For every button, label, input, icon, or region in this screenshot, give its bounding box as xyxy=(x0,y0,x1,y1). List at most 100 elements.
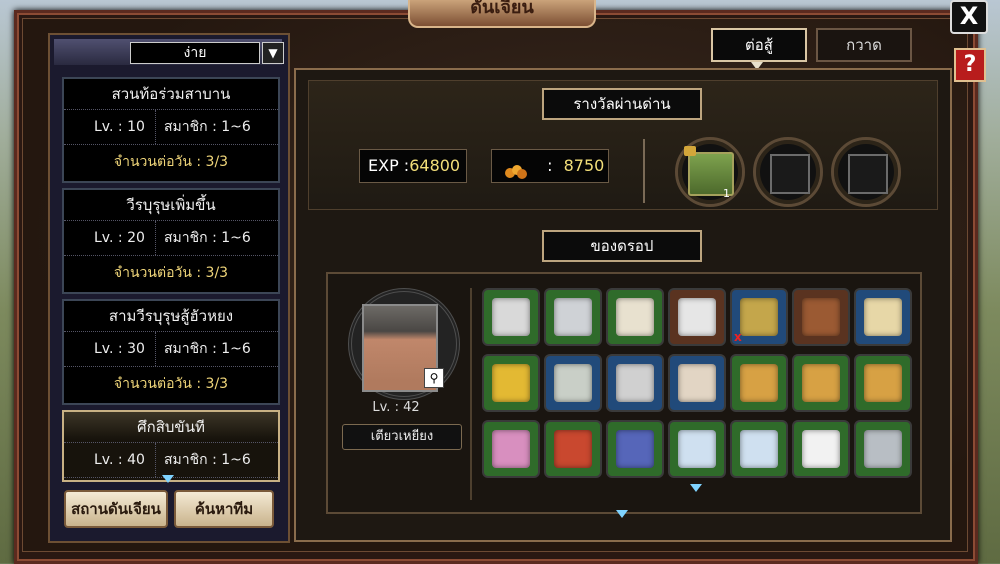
dungeon-name: วีรบุรุษเพิ่มขึ้น xyxy=(64,190,278,221)
feather-fan-icon[interactable] xyxy=(668,288,726,346)
staff-icon[interactable] xyxy=(792,288,850,346)
reward-divider xyxy=(643,139,645,203)
dungeon-name: สามวีรบุรุษสู้ฮัวหยง xyxy=(64,301,278,332)
dungeon-members: สมาชิก : 1~6 xyxy=(164,452,251,468)
bracer-icon[interactable] xyxy=(606,354,664,412)
dropdown-arrow-icon[interactable]: ▼ xyxy=(262,42,284,64)
reward-slot-count: 1 xyxy=(723,187,730,200)
item-glyph xyxy=(616,430,654,468)
dungeon-name: ศึกสิบขันที xyxy=(64,412,278,443)
tab-fight[interactable]: ต่อสู้ xyxy=(711,28,807,62)
dungeon-daily-count: จำนวนต่อวัน : 3/3 xyxy=(113,376,229,392)
dungeon-members: สมาชิก : 1~6 xyxy=(164,119,251,135)
dungeon-name: สวนท้อร่วมสาบาน xyxy=(64,79,278,110)
item-glyph xyxy=(554,430,592,468)
item-glyph xyxy=(554,364,592,402)
scroll-icon[interactable] xyxy=(606,288,664,346)
scroll-down-indicator-icon xyxy=(690,484,702,492)
tab-sweep[interactable]: กวาด xyxy=(816,28,912,62)
reward-section-title: รางวัลผ่านด่าน xyxy=(542,88,702,120)
reward-slot-chest[interactable]: 1 xyxy=(675,137,745,207)
drops-divider xyxy=(470,288,472,500)
robe-icon[interactable] xyxy=(854,288,912,346)
reward-slot-empty-1[interactable] xyxy=(753,137,823,207)
scroll-down-indicator-icon xyxy=(616,510,628,518)
exp-reward: EXP :64800 xyxy=(359,149,467,183)
scroll-down-indicator-icon xyxy=(162,475,174,483)
difficulty-bar: ง่าย ▼ xyxy=(54,39,284,65)
item-glyph xyxy=(616,298,654,336)
dungeon-card-3[interactable]: สามวีรบุรุษสู้ฮัวหยง Lv. : 30 สมาชิก : 1… xyxy=(62,299,280,405)
item-glyph xyxy=(492,430,530,468)
red-book-icon[interactable] xyxy=(544,420,602,478)
boss-level: Lv. : 42 xyxy=(372,400,420,415)
pink-book-icon[interactable] xyxy=(482,420,540,478)
item-glyph xyxy=(554,298,592,336)
skill-book-icon[interactable] xyxy=(854,354,912,412)
item-glyph xyxy=(740,364,778,402)
boss-card: ⚲ Lv. : 42 เตียวเหยียง xyxy=(336,284,464,504)
dark-cloth-icon[interactable] xyxy=(854,420,912,478)
lock-icon xyxy=(684,146,696,156)
dungeon-level: Lv. : 30 xyxy=(64,332,156,366)
dungeon-card-4[interactable]: ศึกสิบขันที Lv. : 40 สมาชิก : 1~6 xyxy=(62,410,280,482)
boss-name: เตียวเหยียง xyxy=(342,424,462,450)
scarf-icon[interactable] xyxy=(668,354,726,412)
skill-book-icon[interactable] xyxy=(792,354,850,412)
difficulty-select[interactable]: ง่าย xyxy=(130,42,260,64)
item-glyph xyxy=(616,364,654,402)
empty-slot-icon xyxy=(770,154,810,194)
magnifier-icon[interactable]: ⚲ xyxy=(424,368,444,388)
dungeon-level: Lv. : 20 xyxy=(64,221,156,255)
reward-slot-empty-2[interactable] xyxy=(831,137,901,207)
dungeon-daily-count: จำนวนต่อวัน : 3/3 xyxy=(113,265,229,281)
item-glyph xyxy=(492,298,530,336)
item-glyph xyxy=(802,298,840,336)
dungeon-card-1[interactable]: สวนท้อร่วมสาบาน Lv. : 10 สมาชิก : 1~6 จำ… xyxy=(62,77,280,183)
dungeon-level: Lv. : 40 xyxy=(64,443,156,477)
coin-reward: : 8750 xyxy=(491,149,609,183)
dungeon-daily-count: จำนวนต่อวัน : 3/3 xyxy=(113,154,229,170)
silver-ore-icon[interactable] xyxy=(482,288,540,346)
drops-section-title: ของดรอป xyxy=(542,230,702,262)
item-glyph xyxy=(492,364,530,402)
dungeon-members: สมาชิก : 1~6 xyxy=(164,230,251,246)
dungeon-detail-panel: EXP :64800 : 8750 1 รางวัลผ่านด่าน ของดร… xyxy=(294,68,952,542)
coin-value: 8750 xyxy=(563,156,605,175)
shield-icon[interactable] xyxy=(544,354,602,412)
skill-book-icon[interactable] xyxy=(730,354,788,412)
window-title: ดันเจียน xyxy=(408,0,596,28)
empty-slot-icon xyxy=(848,154,888,194)
dungeon-level: Lv. : 10 xyxy=(64,110,156,144)
item-glyph xyxy=(740,430,778,468)
dungeon-card-2[interactable]: วีรบุรุษเพิ่มขึ้น Lv. : 20 สมาชิก : 1~6 … xyxy=(62,188,280,294)
exp-value: 64800 xyxy=(409,156,461,175)
lucky-bag-icon[interactable] xyxy=(482,354,540,412)
help-button[interactable]: ? xyxy=(954,48,986,82)
item-glyph xyxy=(864,364,902,402)
coin-label: : xyxy=(547,156,553,175)
item-glyph xyxy=(678,364,716,402)
drops-section: ⚲ Lv. : 42 เตียวเหยียง x xyxy=(326,272,922,514)
cannot-use-icon: x xyxy=(734,330,742,344)
iron-ingot-icon[interactable] xyxy=(544,288,602,346)
blueprint-scroll-icon[interactable] xyxy=(730,420,788,478)
item-glyph xyxy=(802,430,840,468)
dungeon-station-button[interactable]: สถานดันเจียน xyxy=(64,490,168,528)
item-glyph xyxy=(864,430,902,468)
item-glyph xyxy=(740,298,778,336)
white-cloth-icon[interactable] xyxy=(792,420,850,478)
blueprint-scroll-icon[interactable] xyxy=(668,420,726,478)
item-glyph xyxy=(802,364,840,402)
drop-item-grid: x xyxy=(482,288,914,478)
item-glyph xyxy=(678,430,716,468)
find-team-button[interactable]: ค้นหาทีม xyxy=(174,490,274,528)
blue-book-icon[interactable] xyxy=(606,420,664,478)
item-glyph xyxy=(864,298,902,336)
dungeon-list-panel: ง่าย ▼ สวนท้อร่วมสาบาน Lv. : 10 สมาชิก :… xyxy=(48,33,290,543)
coin-icon xyxy=(504,159,528,179)
dungeon-members: สมาชิก : 1~6 xyxy=(164,341,251,357)
close-button[interactable]: X xyxy=(950,0,988,34)
armor-icon[interactable]: x xyxy=(730,288,788,346)
item-glyph xyxy=(678,298,716,336)
